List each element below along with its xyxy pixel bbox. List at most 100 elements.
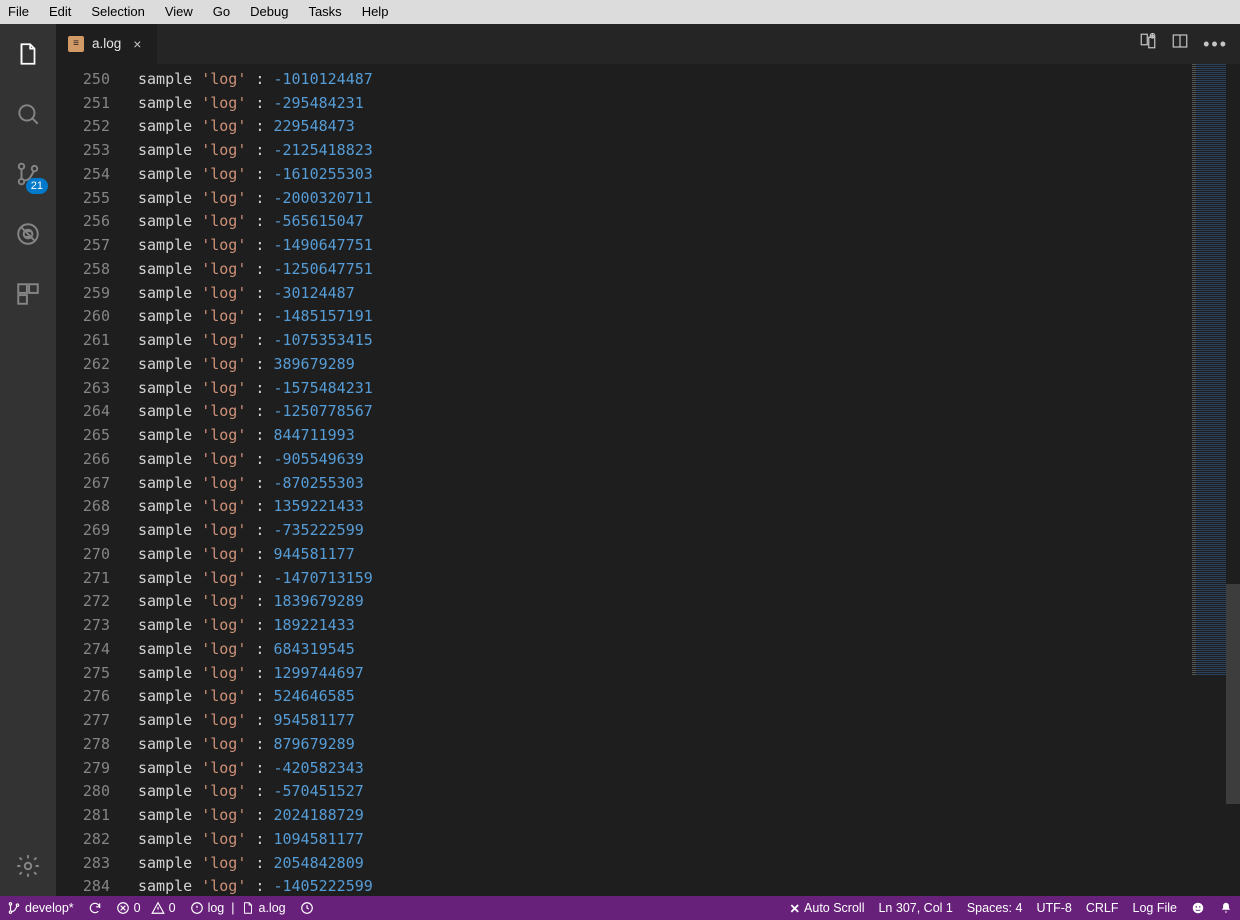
code-line: sample 'log' : 524646585 <box>118 685 1240 709</box>
line-number: 251 <box>56 92 110 116</box>
code-line: sample 'log' : -570451527 <box>118 780 1240 804</box>
menu-go[interactable]: Go <box>203 0 240 24</box>
line-number: 261 <box>56 329 110 353</box>
status-feedback-icon[interactable] <box>1184 896 1212 920</box>
code-line: sample 'log' : 944581177 <box>118 543 1240 567</box>
line-number: 267 <box>56 472 110 496</box>
status-problems[interactable]: 0 0 <box>109 896 183 920</box>
menu-file[interactable]: File <box>0 0 39 24</box>
scm-badge: 21 <box>26 178 48 194</box>
scrollbar-thumb[interactable] <box>1226 584 1240 804</box>
code-line: sample 'log' : -1610255303 <box>118 163 1240 187</box>
autoscroll-label: Auto Scroll <box>804 901 864 915</box>
app-root: FileEditSelectionViewGoDebugTasksHelp 21 <box>0 0 1240 920</box>
line-number: 252 <box>56 115 110 139</box>
code-line: sample 'log' : -1405222599 <box>118 875 1240 896</box>
code-line: sample 'log' : 189221433 <box>118 614 1240 638</box>
main-area: 21 ≡ a.log × <box>0 24 1240 896</box>
language-label: Log File <box>1133 901 1177 915</box>
line-number: 250 <box>56 68 110 92</box>
indent-label: Spaces: 4 <box>967 901 1023 915</box>
line-number: 278 <box>56 733 110 757</box>
tabs-bar: ≡ a.log × ••• <box>56 24 1240 64</box>
code-line: sample 'log' : -1485157191 <box>118 305 1240 329</box>
status-clock[interactable] <box>293 896 321 920</box>
line-number: 280 <box>56 780 110 804</box>
menu-edit[interactable]: Edit <box>39 0 81 24</box>
close-x-icon: ✕ <box>790 901 800 916</box>
code-line: sample 'log' : -2125418823 <box>118 139 1240 163</box>
code-line: sample 'log' : -870255303 <box>118 472 1240 496</box>
close-icon[interactable]: × <box>129 36 145 52</box>
source-control-icon[interactable]: 21 <box>0 154 56 194</box>
line-number: 277 <box>56 709 110 733</box>
status-sync[interactable] <box>81 896 109 920</box>
line-number: 276 <box>56 685 110 709</box>
status-encoding[interactable]: UTF-8 <box>1029 896 1078 920</box>
split-editor-icon[interactable] <box>1171 32 1189 55</box>
settings-gear-icon[interactable] <box>0 846 56 886</box>
activity-bar: 21 <box>0 24 56 896</box>
line-number: 262 <box>56 353 110 377</box>
eol-label: CRLF <box>1086 901 1119 915</box>
vertical-scrollbar[interactable] <box>1226 64 1240 896</box>
line-number: 254 <box>56 163 110 187</box>
code-line: sample 'log' : 954581177 <box>118 709 1240 733</box>
line-number: 271 <box>56 567 110 591</box>
code-line: sample 'log' : 229548473 <box>118 115 1240 139</box>
line-number: 282 <box>56 828 110 852</box>
line-number: 266 <box>56 448 110 472</box>
more-actions-icon[interactable]: ••• <box>1203 35 1228 53</box>
output-channel-label: log <box>208 901 225 915</box>
menu-tasks[interactable]: Tasks <box>298 0 351 24</box>
tab-a-log[interactable]: ≡ a.log × <box>56 24 158 64</box>
warnings-count: 0 <box>169 901 176 915</box>
compare-icon[interactable] <box>1139 32 1157 55</box>
code-line: sample 'log' : -295484231 <box>118 92 1240 116</box>
status-indent[interactable]: Spaces: 4 <box>960 896 1030 920</box>
status-branch[interactable]: develop* <box>0 896 81 920</box>
code-line: sample 'log' : -1075353415 <box>118 329 1240 353</box>
code-line: sample 'log' : 1839679289 <box>118 590 1240 614</box>
line-number: 259 <box>56 282 110 306</box>
text-editor[interactable]: 2502512522532542552562572582592602612622… <box>56 64 1240 896</box>
line-number: 260 <box>56 305 110 329</box>
errors-count: 0 <box>134 901 141 915</box>
line-number: 256 <box>56 210 110 234</box>
cursor-pos: Ln 307, Col 1 <box>878 901 952 915</box>
status-output-channel[interactable]: log <box>183 896 232 920</box>
menu-view[interactable]: View <box>155 0 203 24</box>
encoding-label: UTF-8 <box>1036 901 1071 915</box>
minimap[interactable] <box>1196 64 1226 676</box>
status-bell-icon[interactable] <box>1212 896 1240 920</box>
status-cursor-pos[interactable]: Ln 307, Col 1 <box>871 896 959 920</box>
menubar: FileEditSelectionViewGoDebugTasksHelp <box>0 0 1240 24</box>
line-number: 264 <box>56 400 110 424</box>
code-line: sample 'log' : 389679289 <box>118 353 1240 377</box>
code-line: sample 'log' : 2024188729 <box>118 804 1240 828</box>
status-output-file[interactable]: | a.log <box>231 896 292 920</box>
line-number: 281 <box>56 804 110 828</box>
code-line: sample 'log' : 844711993 <box>118 424 1240 448</box>
code-line: sample 'log' : -735222599 <box>118 519 1240 543</box>
menu-selection[interactable]: Selection <box>81 0 154 24</box>
extensions-icon[interactable] <box>0 274 56 314</box>
code-line: sample 'log' : 2054842809 <box>118 852 1240 876</box>
status-language[interactable]: Log File <box>1126 896 1184 920</box>
line-number: 275 <box>56 662 110 686</box>
code-line: sample 'log' : -1250778567 <box>118 400 1240 424</box>
line-number: 268 <box>56 495 110 519</box>
code-line: sample 'log' : 1299744697 <box>118 662 1240 686</box>
menu-debug[interactable]: Debug <box>240 0 298 24</box>
status-eol[interactable]: CRLF <box>1079 896 1126 920</box>
debug-icon[interactable] <box>0 214 56 254</box>
code-line: sample 'log' : -420582343 <box>118 757 1240 781</box>
menu-help[interactable]: Help <box>352 0 399 24</box>
code-line: sample 'log' : -565615047 <box>118 210 1240 234</box>
explorer-icon[interactable] <box>0 34 56 74</box>
search-icon[interactable] <box>0 94 56 134</box>
status-autoscroll[interactable]: ✕ Auto Scroll <box>783 896 872 920</box>
code-line: sample 'log' : -1010124487 <box>118 68 1240 92</box>
output-file-label: a.log <box>259 901 286 915</box>
code-line: sample 'log' : 1094581177 <box>118 828 1240 852</box>
